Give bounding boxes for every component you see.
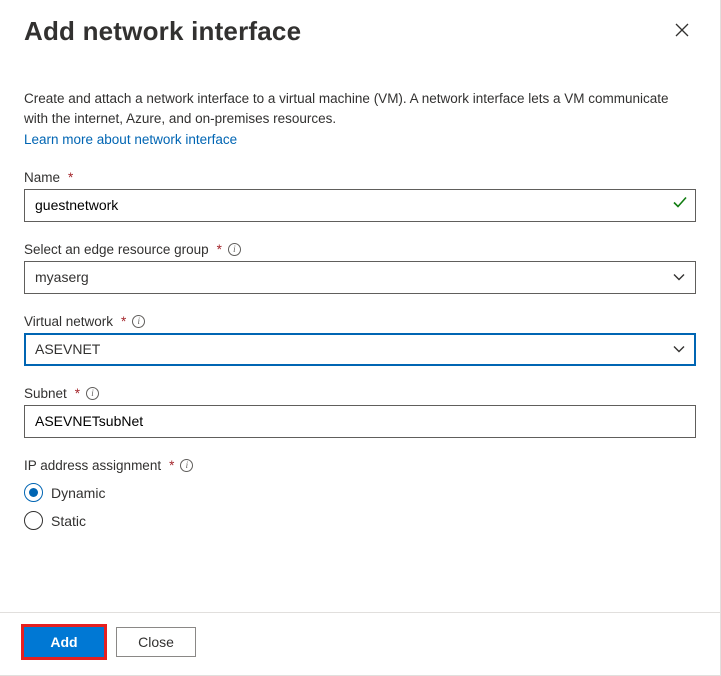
pane-title: Add network interface: [24, 16, 301, 47]
pane-body: Create and attach a network interface to…: [0, 53, 720, 612]
label-name-text: Name: [24, 170, 60, 185]
virtual-network-select[interactable]: ASEVNET: [24, 333, 696, 366]
field-virtual-network: Virtual network * i ASEVNET: [24, 314, 696, 366]
pane-header: Add network interface: [0, 0, 720, 53]
resource-group-select[interactable]: myaserg: [24, 261, 696, 294]
info-icon[interactable]: i: [86, 387, 99, 400]
close-icon[interactable]: [668, 16, 696, 44]
label-ip-assignment-text: IP address assignment: [24, 458, 161, 473]
radio-button-icon: [24, 483, 43, 502]
label-subnet: Subnet * i: [24, 386, 696, 401]
resource-group-value: myaserg: [35, 269, 89, 285]
description-text: Create and attach a network interface to…: [24, 89, 696, 150]
label-subnet-text: Subnet: [24, 386, 67, 401]
required-asterisk: *: [217, 242, 222, 257]
radio-dynamic[interactable]: Dynamic: [24, 479, 696, 507]
label-ip-assignment: IP address assignment * i: [24, 458, 696, 473]
name-input-wrap: [24, 189, 696, 222]
chevron-down-icon: [673, 343, 685, 355]
radio-static-label: Static: [51, 513, 86, 529]
label-name: Name *: [24, 170, 696, 185]
subnet-input[interactable]: [24, 405, 696, 438]
radio-dynamic-label: Dynamic: [51, 485, 105, 501]
label-vnet-text: Virtual network: [24, 314, 113, 329]
field-ip-assignment: IP address assignment * i Dynamic Static: [24, 458, 696, 535]
radio-static[interactable]: Static: [24, 507, 696, 535]
description-line: Create and attach a network interface to…: [24, 91, 669, 126]
required-asterisk: *: [121, 314, 126, 329]
field-name: Name *: [24, 170, 696, 222]
label-resource-group-text: Select an edge resource group: [24, 242, 209, 257]
pane-footer: Add Close: [0, 612, 720, 675]
close-button[interactable]: Close: [116, 627, 196, 657]
radio-button-icon: [24, 511, 43, 530]
info-icon[interactable]: i: [132, 315, 145, 328]
add-network-interface-pane: Add network interface Create and attach …: [0, 0, 721, 676]
add-button[interactable]: Add: [24, 627, 104, 657]
check-icon: [672, 195, 688, 216]
virtual-network-value: ASEVNET: [35, 341, 100, 357]
field-resource-group: Select an edge resource group * i myaser…: [24, 242, 696, 294]
learn-more-link[interactable]: Learn more about network interface: [24, 130, 237, 150]
ip-assignment-radio-group: Dynamic Static: [24, 479, 696, 535]
required-asterisk: *: [75, 386, 80, 401]
label-vnet: Virtual network * i: [24, 314, 696, 329]
label-resource-group: Select an edge resource group * i: [24, 242, 696, 257]
required-asterisk: *: [68, 170, 73, 185]
field-subnet: Subnet * i: [24, 386, 696, 438]
info-icon[interactable]: i: [180, 459, 193, 472]
chevron-down-icon: [673, 271, 685, 283]
info-icon[interactable]: i: [228, 243, 241, 256]
required-asterisk: *: [169, 458, 174, 473]
name-input[interactable]: [24, 189, 696, 222]
